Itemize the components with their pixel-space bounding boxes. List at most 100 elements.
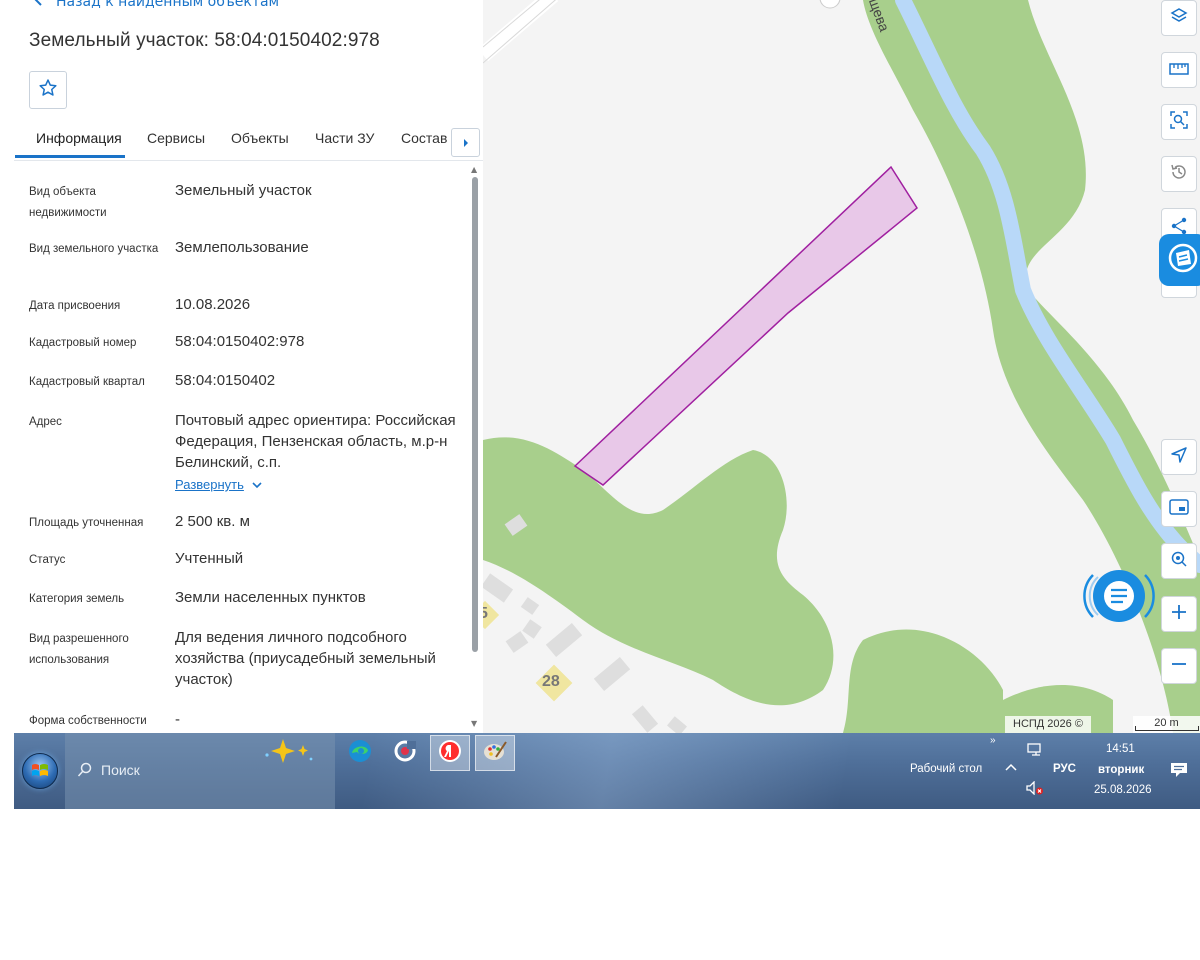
page-title: Земельный участок: 58:04:0150402:978 [29,30,380,51]
select-area-icon [1169,110,1189,134]
back-link[interactable]: Назад к найденным объектам [34,0,279,10]
tray-overflow-icon[interactable]: » [990,735,996,746]
field-label: Вид разрешенного использования [29,633,129,666]
parcel-polygon [573,165,918,486]
chat-ring-icon [1083,570,1155,622]
greenery-left [483,437,834,706]
locate-icon [1170,446,1188,468]
history-button[interactable] [1161,156,1197,192]
search-placeholder: Поиск [101,762,140,778]
tab-parts[interactable]: Части ЗУ [315,130,374,146]
locate-button[interactable] [1161,439,1197,475]
select-area-button[interactable] [1161,104,1197,140]
tab-information[interactable]: Информация [36,130,122,146]
ruler-icon [1169,61,1189,80]
tray-expand-icon[interactable] [1005,762,1017,774]
info-panel: Назад к найденным объектам Земельный уча… [14,0,483,733]
map-scale: 20 m [1133,716,1200,733]
chevron-left-icon [34,0,44,10]
copilot-sparkle-button[interactable] [265,735,313,771]
expand-address-link[interactable]: Развернуть [175,477,262,492]
tab-bar: Информация Сервисы Объекты Части ЗУ Сост… [14,120,483,161]
field-label: Адрес [29,416,62,428]
notifications-icon[interactable] [1170,762,1188,781]
tab-objects[interactable]: Объекты [231,130,289,146]
expand-link-label: Развернуть [175,477,244,492]
taskbar-yandex-browser[interactable] [430,735,470,771]
network-icon[interactable] [1027,743,1043,760]
language-indicator[interactable]: РУС [1053,763,1076,775]
tab-services[interactable]: Сервисы [147,130,205,146]
scale-bar [1135,726,1199,731]
scroll-down-arrow-icon[interactable]: ▼ [471,719,477,728]
start-button[interactable] [22,753,58,789]
field-value: Земли населенных пунктов [175,589,366,606]
taskbar: Поиск » Рабочий стол РУС 14:51 вторник 2… [14,733,1200,809]
paint-palette-icon [482,739,508,767]
search-icon [77,762,93,782]
field-label: Кадастровый квартал [29,376,145,388]
info-fields: Вид объекта недвижимости Земельный участ… [14,165,466,733]
field-value: Для ведения личного подсобного хозяйства… [175,629,436,688]
history-icon [1169,162,1189,186]
field-value: 10.08.2026 [175,296,251,313]
volume-muted-icon[interactable] [1026,780,1044,798]
taskbar-edge[interactable] [340,735,380,771]
field-value: 58:04:0150402 [175,372,276,389]
field-value: Учтенный [175,550,244,567]
field-value: 2 500 кв. м [175,513,250,530]
field-label: Вид объекта недвижимости [29,186,107,219]
minimap-icon [1169,499,1189,519]
active-tab-indicator [15,155,125,158]
yandex-browser-icon [437,738,463,768]
clock-date[interactable]: 25.08.2026 [1094,784,1152,796]
layers-icon [1170,7,1188,29]
sparkle-icon [261,737,317,769]
ruler-button[interactable] [1161,52,1197,88]
search-location-icon [1170,550,1188,572]
taskbar-paint[interactable] [475,735,515,771]
zoom-in-icon [1171,604,1187,624]
field-label: Статус [29,554,66,566]
field-label: Кадастровый номер [29,337,137,349]
field-label: Категория земель [29,593,125,605]
layers-button[interactable] [1161,0,1197,36]
field-value: 58:04:0150402:978 [175,333,305,350]
zoom-out-button[interactable] [1161,648,1197,684]
field-value: Земельный участок [175,182,312,199]
zoom-in-button[interactable] [1161,596,1197,632]
edge-browser-icon [347,738,373,768]
screen: Назад к найденным объектам Земельный уча… [14,0,1200,809]
field-label: Площадь уточненная [29,517,144,529]
search-location-button[interactable] [1161,543,1197,579]
scrollbar-thumb[interactable] [472,177,478,652]
field-value: Землепользование [175,239,309,256]
desktop-toolbar-label[interactable]: Рабочий стол [910,763,982,775]
field-label: Форма собственности [29,715,147,727]
field-label: Вид земельного участка [29,243,159,255]
minimap-button[interactable] [1161,491,1197,527]
map-credit[interactable]: НСПД 2026 © [1005,716,1091,733]
chevron-down-icon [252,477,262,492]
house-number-label: 28 [542,673,560,690]
panel-scrollbar[interactable]: ▲ ▼ [470,165,480,733]
clock-time[interactable]: 14:51 [1106,743,1135,755]
map-view[interactable]: щева 28 5 НСПД 2026 © 20 m [483,0,1200,733]
clock-weekday[interactable]: вторник [1098,764,1144,776]
field-value: Почтовый адрес ориентира: Российская Фед… [175,412,456,471]
assistant-icon [1167,242,1199,278]
favorite-button[interactable] [29,71,67,109]
tab-composition[interactable]: Состав [401,130,447,146]
field-value: - [175,711,180,728]
scroll-up-arrow-icon[interactable]: ▲ [471,165,477,174]
assistant-badge[interactable] [1159,234,1200,286]
crm-app-icon [393,739,417,767]
house-number-partial-label: 5 [483,605,488,622]
tabs-scroll-right-button[interactable] [451,128,480,157]
field-label: Дата присвоения [29,300,121,312]
zoom-out-icon [1171,656,1187,676]
caret-right-icon [462,133,470,152]
back-link-label: Назад к найденным объектам [56,0,280,10]
taskbar-app-c[interactable] [385,735,425,771]
chat-button[interactable] [1079,565,1159,627]
